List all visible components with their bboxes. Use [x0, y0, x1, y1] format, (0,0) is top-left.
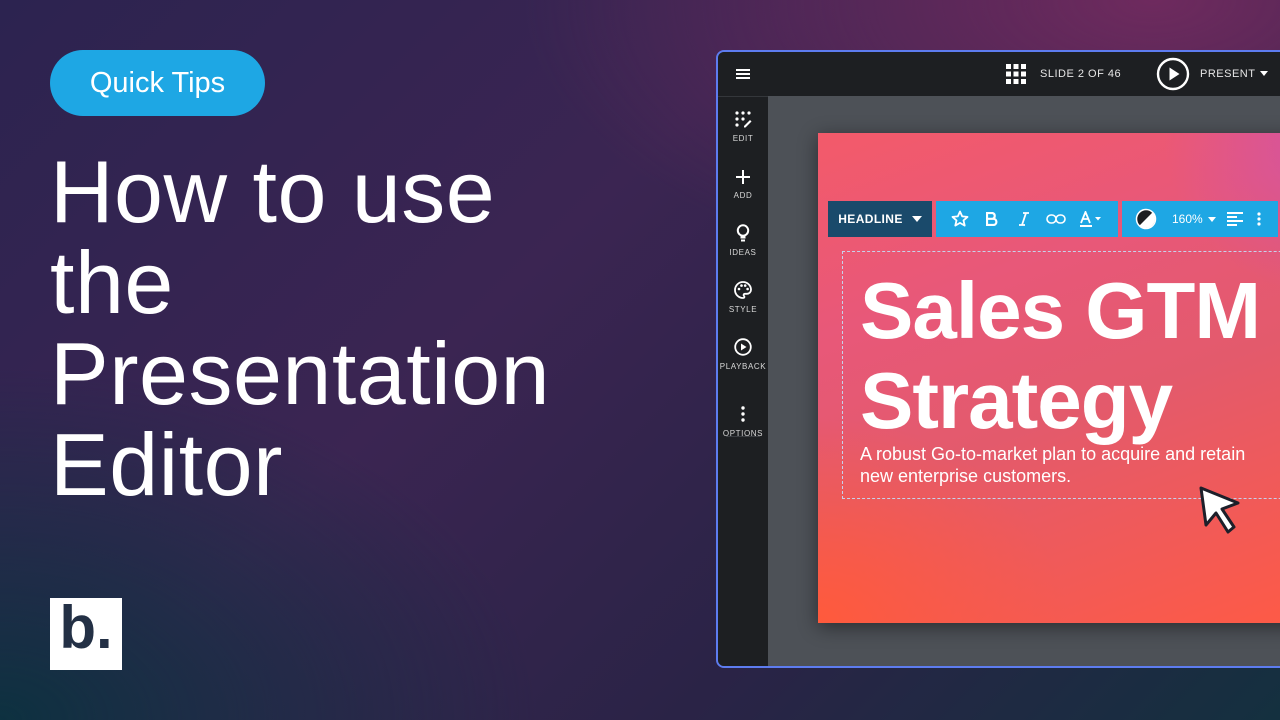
- menu-button[interactable]: [718, 52, 768, 97]
- play-circle-icon: [1156, 57, 1190, 91]
- sidebar-item-label: OPTIONS: [722, 429, 764, 438]
- chevron-down-icon: [1260, 71, 1269, 76]
- bold-icon: [986, 212, 998, 226]
- editor-topbar: SLIDE 2 OF 46 PRESENT: [768, 52, 1280, 96]
- align-left-icon: [1226, 212, 1243, 226]
- title-line: How to use: [50, 142, 496, 241]
- lightbulb-icon: [718, 224, 768, 246]
- bold-button[interactable]: [976, 201, 1008, 237]
- editor-window: EDIT ADD IDEAS STYLE PLAYBACK OPTIONS SL…: [716, 50, 1280, 668]
- sidebar-item-ideas[interactable]: IDEAS: [718, 224, 768, 257]
- hamburger-icon: [736, 69, 750, 79]
- contrast-icon: [1135, 208, 1157, 230]
- edit-icon: [718, 110, 768, 132]
- italic-icon: [1019, 212, 1029, 226]
- more-vertical-icon: [1257, 212, 1261, 226]
- sidebar-item-label: IDEAS: [729, 248, 757, 257]
- contrast-button[interactable]: [1130, 201, 1162, 237]
- chevron-down-icon: [1207, 216, 1216, 222]
- text-style-dropdown[interactable]: HEADLINE: [828, 201, 932, 237]
- mouse-cursor-icon: [1199, 486, 1240, 534]
- title-line: Editor: [50, 415, 283, 514]
- slide-counter: SLIDE 2 OF 46: [1040, 68, 1122, 80]
- sidebar-item-label: PLAYBACK: [719, 362, 767, 371]
- play-circle-icon: [718, 338, 768, 360]
- palette-icon: [718, 281, 768, 303]
- page-title: How to use the Presentation Editor: [50, 146, 550, 510]
- zoom-value: 160%: [1172, 212, 1203, 226]
- text-style-label: HEADLINE: [838, 212, 903, 226]
- text-color-button[interactable]: [1072, 201, 1110, 237]
- sidebar-item-playback[interactable]: PLAYBACK: [718, 338, 768, 371]
- star-button[interactable]: [944, 201, 976, 237]
- align-button[interactable]: [1222, 201, 1248, 237]
- present-button[interactable]: PRESENT: [1156, 57, 1278, 91]
- sidebar-item-options[interactable]: OPTIONS: [718, 405, 768, 438]
- grid-icon: [1006, 64, 1026, 84]
- sidebar-item-label: STYLE: [728, 305, 758, 314]
- more-options-button[interactable]: [1248, 201, 1270, 237]
- title-line: Presentation: [50, 324, 551, 423]
- slide-canvas[interactable]: HEADLINE 160% Sales GTM Strategy A robus…: [818, 133, 1280, 623]
- title-line: the: [50, 233, 174, 332]
- slide-subtitle[interactable]: A robust Go-to-market plan to acquire an…: [860, 443, 1270, 487]
- more-vertical-icon: [718, 405, 768, 427]
- text-toolbar: HEADLINE 160%: [828, 201, 1280, 237]
- link-button[interactable]: [1040, 201, 1072, 237]
- italic-button[interactable]: [1008, 201, 1040, 237]
- star-icon: [951, 210, 969, 227]
- headline-line: Strategy: [860, 356, 1173, 445]
- link-icon: [1046, 214, 1066, 224]
- quick-tips-badge: Quick Tips: [50, 50, 265, 116]
- text-color-icon: [1080, 211, 1101, 227]
- slide-headline[interactable]: Sales GTM Strategy: [860, 266, 1261, 446]
- sidebar-item-label: EDIT: [732, 134, 754, 143]
- format-group: [936, 201, 1118, 237]
- headline-line: Sales GTM: [860, 266, 1261, 355]
- brand-logo: b.: [50, 596, 122, 670]
- sidebar-item-add[interactable]: ADD: [718, 167, 768, 200]
- sidebar-item-edit[interactable]: EDIT: [718, 110, 768, 143]
- zoom-dropdown[interactable]: 160%: [1172, 212, 1216, 226]
- present-label: PRESENT: [1200, 68, 1256, 80]
- chevron-down-icon: [911, 216, 922, 222]
- sidebar-item-style[interactable]: STYLE: [718, 281, 768, 314]
- slide-navigator[interactable]: SLIDE 2 OF 46: [1006, 64, 1121, 84]
- view-group: 160%: [1122, 201, 1278, 237]
- sidebar-item-label: ADD: [733, 191, 753, 200]
- editor-sidebar: EDIT ADD IDEAS STYLE PLAYBACK OPTIONS: [718, 52, 768, 666]
- add-icon: [718, 167, 768, 189]
